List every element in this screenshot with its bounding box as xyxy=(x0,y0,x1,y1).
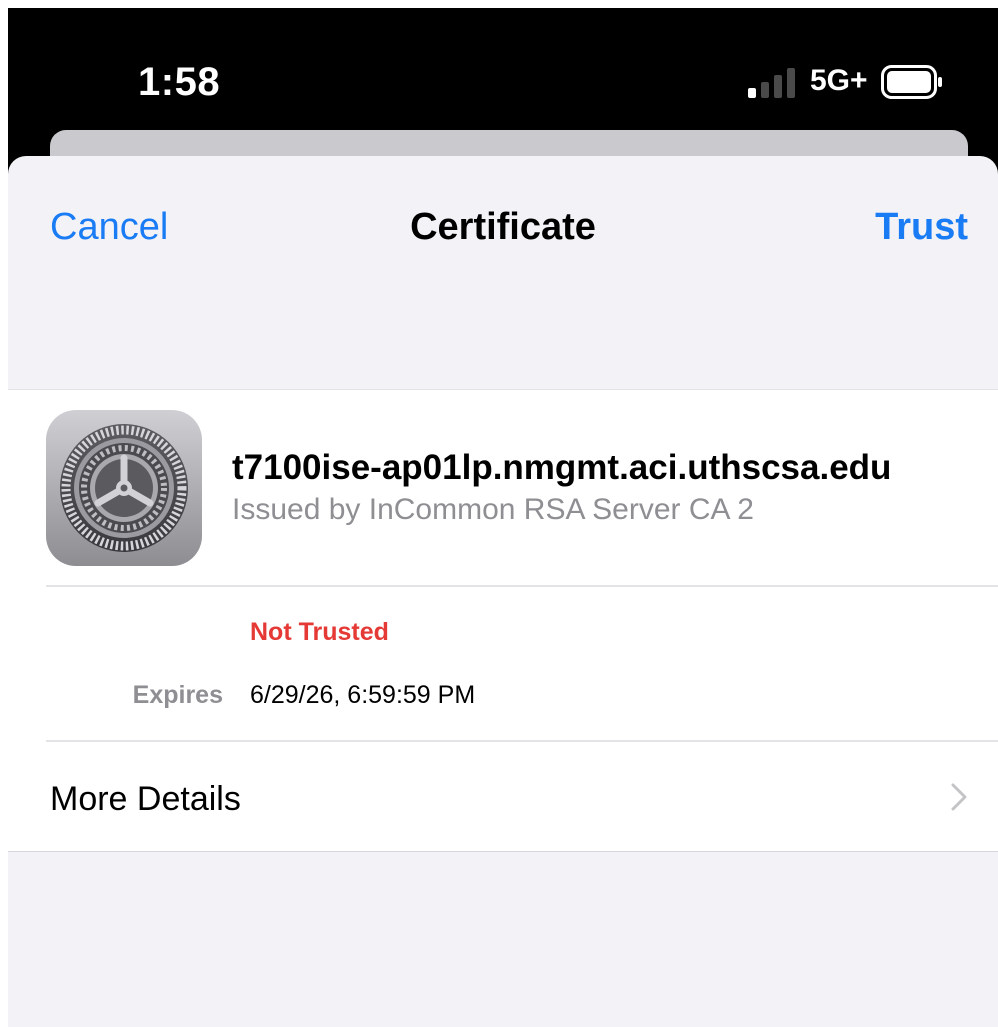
expires-value: 6/29/26, 6:59:59 PM xyxy=(250,681,476,709)
certificate-info-group: t7100ise-ap01lp.nmgmt.aci.uthscsa.edu Is… xyxy=(8,389,998,852)
screen: 1:58 5G+ Certificate Cancel Trust t7100i… xyxy=(0,0,998,1027)
more-details-label: More Details xyxy=(50,780,241,818)
certificate-name: t7100ise-ap01lp.nmgmt.aci.uthscsa.edu xyxy=(232,448,892,487)
network-type: 5G+ xyxy=(810,64,868,97)
divider xyxy=(46,585,998,587)
trust-status-label: Not Trusted xyxy=(250,618,389,646)
signal-bars-icon xyxy=(748,68,795,98)
status-time: 1:58 xyxy=(138,60,221,104)
settings-gear-icon xyxy=(46,410,202,566)
more-details-row[interactable]: More Details xyxy=(8,742,998,853)
certificate-sheet: Certificate Cancel Trust t7100ise-ap01lp… xyxy=(8,156,998,1027)
certificate-issuer: Issued by InCommon RSA Server CA 2 xyxy=(232,493,754,526)
cancel-button[interactable]: Cancel xyxy=(50,206,168,249)
trust-button[interactable]: Trust xyxy=(875,206,968,249)
battery-icon xyxy=(881,65,942,99)
chevron-right-icon xyxy=(951,783,967,811)
expires-label: Expires xyxy=(132,681,223,709)
